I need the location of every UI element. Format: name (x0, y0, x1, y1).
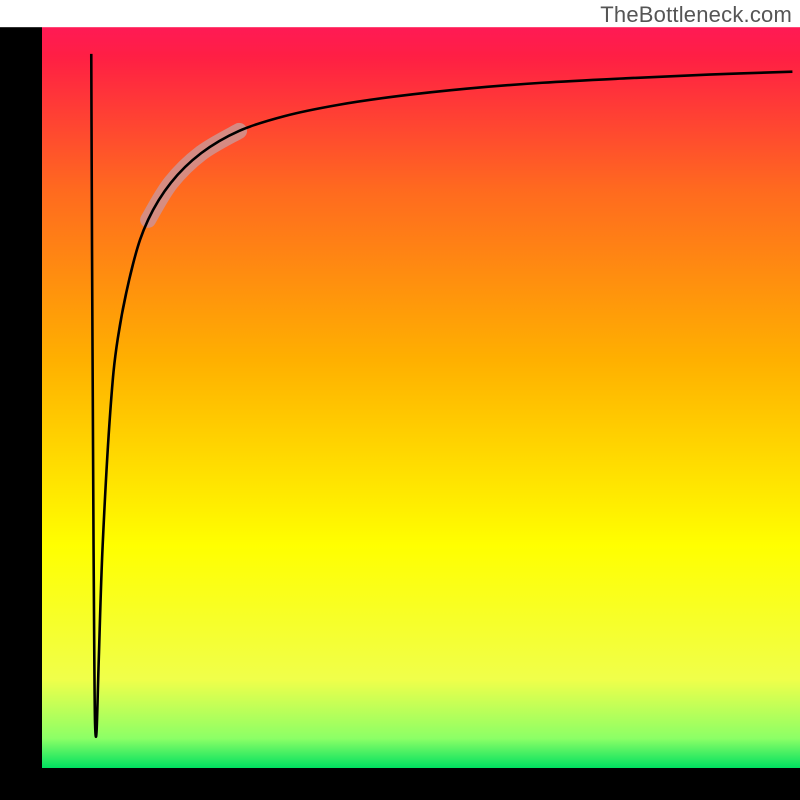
x-axis-bar (0, 768, 800, 800)
plot-background (42, 27, 800, 768)
y-axis-bar (0, 27, 42, 768)
plot-svg (0, 0, 800, 800)
chart-container: TheBottleneck.com (0, 0, 800, 800)
